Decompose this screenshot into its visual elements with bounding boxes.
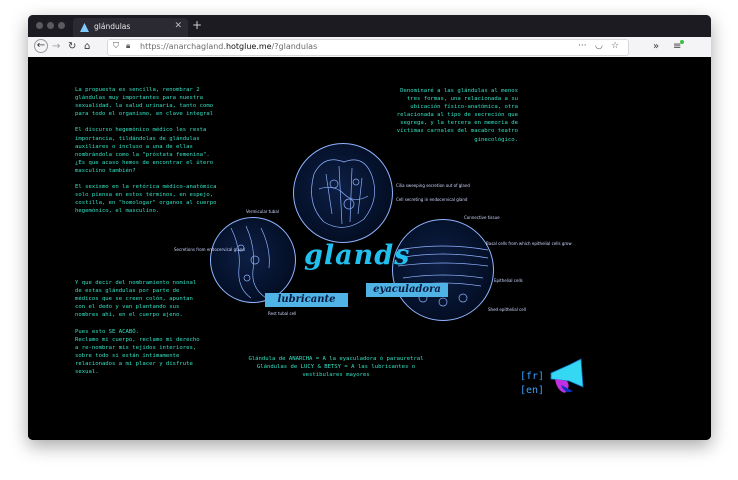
caption-rest-tubal: Rest tubal cell [268,311,297,316]
intro-text: La propuesta es sencilla, renombrar 2 gl… [75,87,217,215]
back-icon[interactable]: ← [34,39,48,53]
caption-epithelial: Epithelial cells [494,278,523,283]
site-favicon-icon [80,23,89,32]
gland-definitions: Glándula de ANARCHA = A la eyaculadora ó… [248,356,424,379]
language-link-en[interactable]: [en] [520,385,544,396]
caption-basal: Basal cells from which epithelial cells … [486,241,572,246]
more-icon[interactable]: ··· [578,41,587,51]
caption-cell-secreting: Cell secreting in endocervical gland [396,197,468,202]
caption-secretions: Secretions from endocervical gland [174,247,245,252]
url-bar[interactable]: ⛉ 🔒︎ https://anarchagland.hotglue.me/?gl… [107,39,629,56]
caption-shed: Shed epithelial cell [488,307,526,312]
url-text[interactable]: https://anarchagland.hotglue.me/?glandul… [140,42,317,51]
new-tab-icon[interactable]: + [192,18,202,32]
lock-icon[interactable]: 🔒︎ [126,41,130,51]
home-icon[interactable]: ⌂ [84,40,90,54]
navigation-toolbar: ← → ↻ ⌂ ⛉ 🔒︎ https://anarchagland.hotglu… [28,37,711,58]
star-icon[interactable]: ☆ [611,41,619,51]
tab-bar: glándulas ✕ + [28,15,711,37]
page-title: glands [304,240,411,271]
megaphone-icon [550,358,584,393]
update-badge [680,40,684,44]
gland-illustration-left [210,217,296,303]
gland-illustration-top [293,143,393,243]
language-link-fr[interactable]: [fr] [520,371,544,382]
minimize-window-button[interactable] [47,22,54,29]
caption-vermicular: Vermicular tubal [246,209,279,214]
reload-icon[interactable]: ↻ [68,40,76,54]
label-eyaculadora: eyaculadora [366,283,448,297]
forward-icon[interactable]: → [52,40,60,54]
tab-close-icon[interactable]: ✕ [174,21,182,31]
caption-connective: Connective tissue [464,215,500,220]
close-window-button[interactable] [36,22,43,29]
forms-text: Denominaré a las glándulas al menos tres… [396,88,518,143]
maximize-window-button[interactable] [58,22,65,29]
overflow-icon[interactable]: » [653,40,659,54]
label-lubricante: lubricante [265,293,348,307]
pocket-icon[interactable]: ◡ [595,41,603,51]
tab-title: glándulas [94,22,131,31]
browser-window: glándulas ✕ + ← → ↻ ⌂ ⛉ 🔒︎ https://anarc… [28,15,711,440]
page-content: La propuesta es sencilla, renombrar 2 gl… [28,57,711,440]
caption-cilia: Cilia sweeping secretion out of gland [396,183,470,188]
tab-glandulas[interactable]: glándulas ✕ [73,18,188,37]
shield-icon[interactable]: ⛉ [113,41,119,51]
